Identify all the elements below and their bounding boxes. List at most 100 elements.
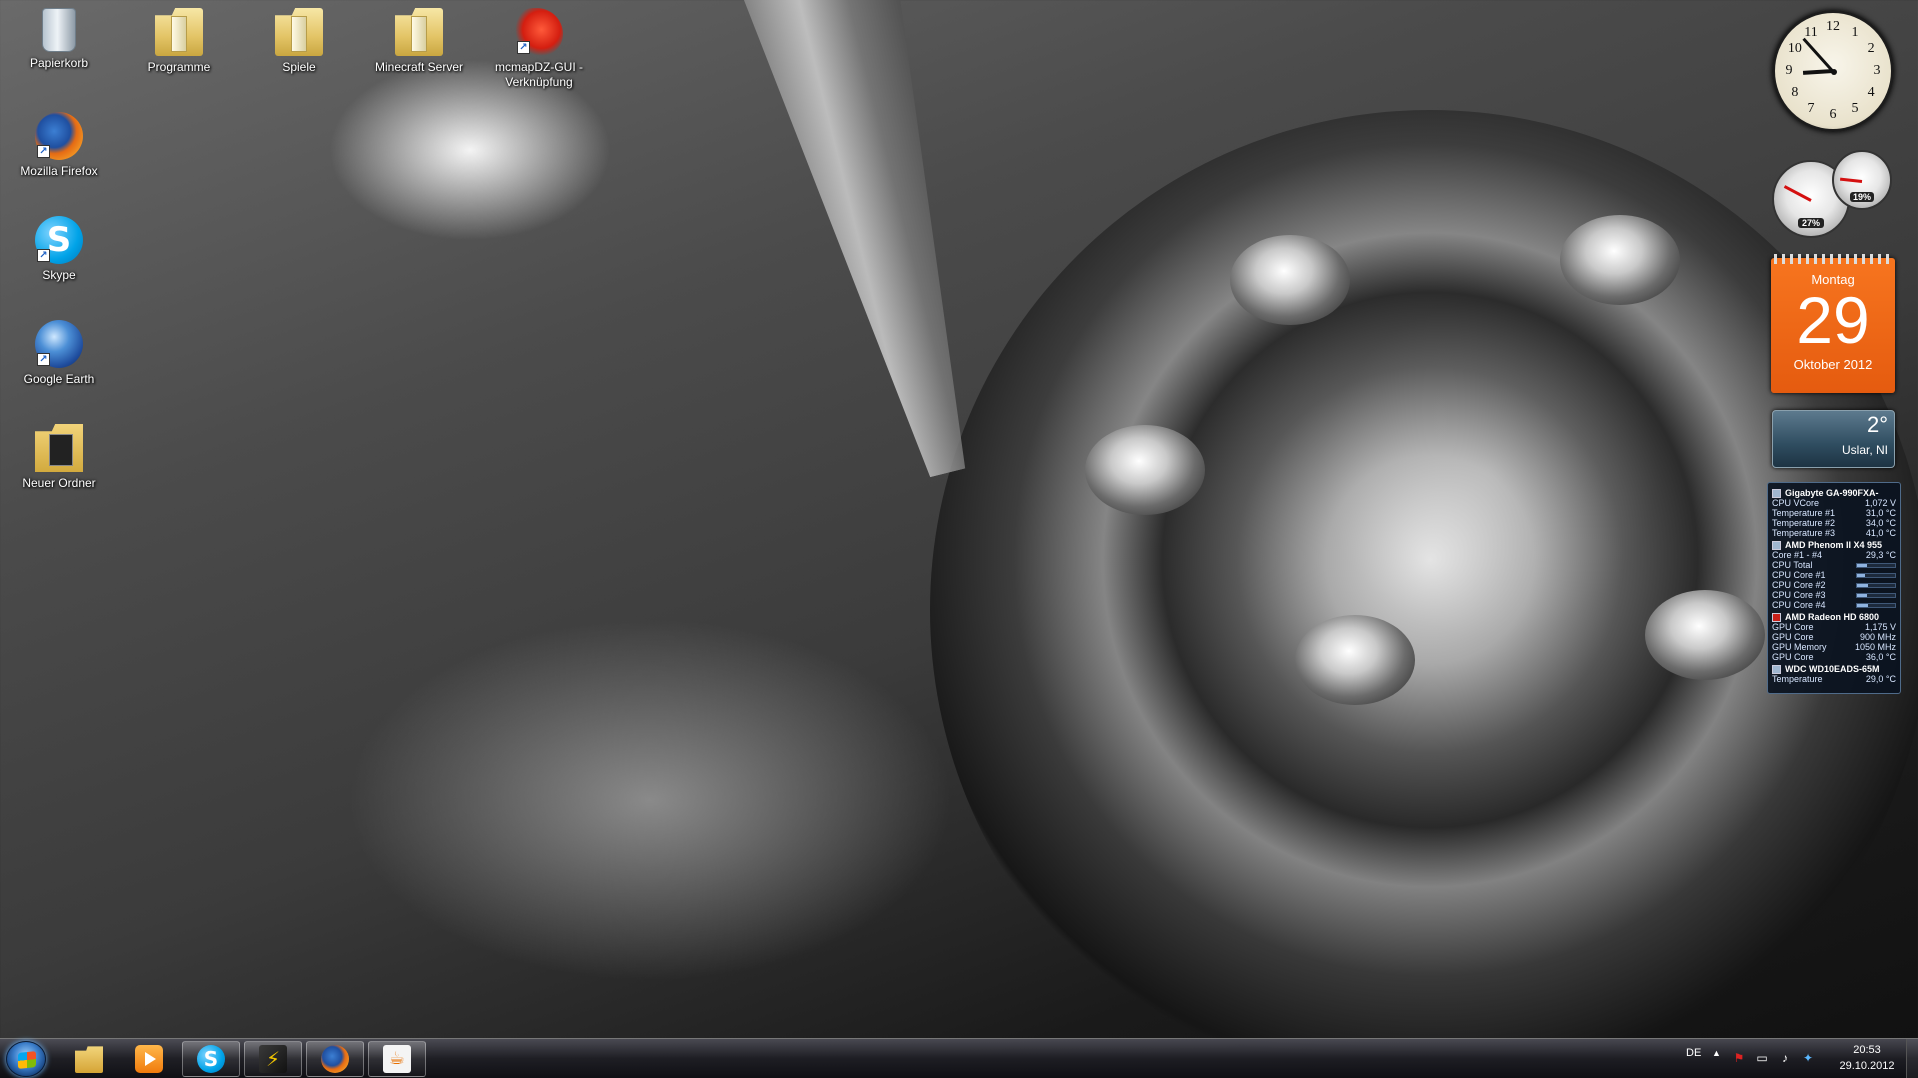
language-indicator[interactable]: DE (1686, 1047, 1701, 1059)
hwmon-row-label: Temperature (1772, 674, 1823, 684)
wallpaper-screw (1645, 590, 1765, 680)
show-desktop-button[interactable] (1906, 1039, 1918, 1078)
hwmon-usage-bar (1856, 573, 1896, 578)
desktop-icon-skype[interactable]: S ↗ Skype (4, 216, 114, 283)
clock-numeral: 5 (1851, 101, 1859, 117)
hwmon-usage-bar (1856, 583, 1896, 588)
clock-numeral: 2 (1867, 41, 1875, 56)
wallpaper-screw (1230, 235, 1350, 325)
clock-numeral: 10 (1787, 41, 1802, 56)
desktop-icon-label: Google Earth (23, 372, 95, 386)
start-button[interactable] (6, 1041, 46, 1077)
desktop-icon-google-earth[interactable]: ↗ Google Earth (4, 320, 114, 387)
update-icon[interactable]: ✦ (1801, 1051, 1815, 1065)
clock-numeral: 6 (1829, 107, 1837, 122)
taskbar-button-firefox[interactable] (306, 1041, 364, 1077)
desktop-icon-papierkorb[interactable]: Papierkorb (4, 8, 114, 71)
media-player-icon (135, 1045, 163, 1073)
volume-icon[interactable]: ♪ (1778, 1051, 1792, 1065)
hwmon-row: Temperature #2 34,0 °C (1772, 518, 1896, 528)
firefox-icon (321, 1045, 349, 1073)
taskbar: S ⚡ ☕ DE ▲ ⚑ ▭ ♪ ✦ 20:53 29.10.2012 (0, 1038, 1918, 1078)
folder-icon (275, 8, 323, 56)
taskbar-button-media-player[interactable] (120, 1041, 178, 1077)
recycle-bin-icon (42, 8, 76, 52)
hwmon-usage-bar-fill (1857, 574, 1866, 577)
hwmon-row: GPU Core 36,0 °C (1772, 652, 1896, 662)
desktop-icon-label: mcmapDZ-GUI - Verknüpfung (495, 60, 583, 89)
hwmon-row-label: GPU Core (1772, 622, 1814, 632)
hwmon-usage-bar (1856, 603, 1896, 608)
taskbar-button-java[interactable]: ☕ (368, 1041, 426, 1077)
desktop-icon-label: Spiele (282, 60, 316, 74)
taskbar-button-explorer[interactable] (60, 1041, 118, 1077)
java-icon: ☕ (383, 1045, 411, 1073)
clock-numeral: 3 (1873, 63, 1881, 78)
desktop-icon-label: Neuer Ordner (22, 476, 96, 490)
dragon-app-icon: ↗ (515, 8, 563, 56)
hwmon-row-label: CPU Core #4 (1772, 600, 1826, 610)
hwmon-row-value: 31,0 °C (1865, 508, 1896, 518)
hwmon-row-value: 900 MHz (1859, 632, 1896, 642)
hwmon-row: CPU Core #3 (1772, 590, 1896, 600)
windows-logo-icon (18, 1051, 36, 1069)
tray-clock-time[interactable]: 20:53 (1832, 1044, 1902, 1056)
hwmon-row-label: GPU Core (1772, 652, 1814, 662)
skype-icon: S ↗ (35, 216, 83, 264)
hwmon-row: Temperature 29,0 °C (1772, 674, 1896, 684)
calendar-day: 29 (1796, 283, 1870, 357)
hwmon-usage-bar (1856, 593, 1896, 598)
hwmon-row: CPU Total (1772, 560, 1896, 570)
network-icon[interactable]: ▭ (1755, 1051, 1769, 1065)
clock-numeral: 9 (1785, 63, 1793, 78)
calendar-gadget[interactable]: Montag 29 Oktober 2012 (1771, 254, 1895, 393)
hwmon-row-value: 1050 MHz (1854, 642, 1896, 652)
clock-numeral: 4 (1867, 85, 1875, 100)
desktop-icon-label: Programme (147, 60, 211, 74)
hwmon-row-label: CPU Core #3 (1772, 590, 1826, 600)
hwmon-row-label: CPU Total (1772, 560, 1813, 570)
taskbar-button-skype[interactable]: S (182, 1041, 240, 1077)
hwmon-row-label: Temperature #2 (1772, 518, 1836, 528)
tray-clock-date[interactable]: 29.10.2012 (1832, 1060, 1902, 1072)
hwmon-row: GPU Core 1,175 V (1772, 622, 1896, 632)
clock-numeral: 7 (1807, 101, 1815, 117)
hwmon-row-label: Core #1 - #4 (1772, 550, 1823, 560)
hwmon-row-label: CPU Core #1 (1772, 570, 1826, 580)
hwmon-row-value: 1,072 V (1864, 498, 1896, 508)
hwmon-row-label: CPU VCore (1772, 498, 1820, 508)
desktop-icon-neuer-ordner[interactable]: Neuer Ordner (4, 424, 114, 491)
hwmon-usage-bar-fill (1857, 584, 1869, 587)
hwmon-row: GPU Core 900 MHz (1772, 632, 1896, 642)
desktop-icon-minecraft-server[interactable]: Minecraft Server (364, 8, 474, 75)
desktop-icon-mozilla-firefox[interactable]: ↗ Mozilla Firefox (4, 112, 114, 179)
desktop-icon-spiele[interactable]: Spiele (244, 8, 354, 75)
desktop-icon-label: Skype (42, 268, 76, 282)
hwmon-usage-bar-fill (1857, 604, 1868, 607)
hwmon-row: CPU Core #4 (1772, 600, 1896, 610)
desktop-icon-label: Mozilla Firefox (20, 164, 98, 178)
hwmon-row-value: 36,0 °C (1865, 652, 1896, 662)
hwmon-row-value: 41,0 °C (1865, 528, 1896, 538)
hwmon-row: CPU VCore 1,072 V (1772, 498, 1896, 508)
folder-icon (155, 8, 203, 56)
show-hidden-icons-button[interactable]: ▲ (1712, 1048, 1721, 1058)
weather-location: Uslar, NI (1841, 443, 1888, 457)
weather-gadget[interactable]: 2° Uslar, NI (1772, 410, 1895, 468)
shortcut-arrow-icon: ↗ (37, 145, 50, 158)
desktop-icon-label: Papierkorb (29, 56, 89, 70)
action-center-flag-icon[interactable]: ⚑ (1732, 1051, 1746, 1065)
desktop-icon-programme[interactable]: Programme (124, 8, 234, 75)
hwmon-row: Temperature #1 31,0 °C (1772, 508, 1896, 518)
skype-icon: S (197, 1045, 225, 1073)
hardware-monitor-gadget[interactable]: Gigabyte GA-990FXA- CPU VCore 1,072 V Tempe… (1767, 482, 1901, 694)
taskbar-button-winamp[interactable]: ⚡ (244, 1041, 302, 1077)
clock-numeral: 1 (1851, 24, 1859, 40)
shortcut-arrow-icon: ↗ (37, 353, 50, 366)
hwmon-row-label: GPU Memory (1772, 642, 1827, 652)
desktop-icon-mcmapdz-gui[interactable]: ↗ mcmapDZ-GUI - Verknüpfung (484, 8, 594, 90)
hwmon-group-title: Gigabyte GA-990FXA- (1772, 488, 1896, 498)
clock-gadget[interactable]: 12 1 2 3 4 5 6 7 8 9 10 11 (1772, 10, 1894, 132)
memory-usage-needle (1839, 177, 1863, 183)
hwmon-row-value: 29,0 °C (1865, 674, 1896, 684)
